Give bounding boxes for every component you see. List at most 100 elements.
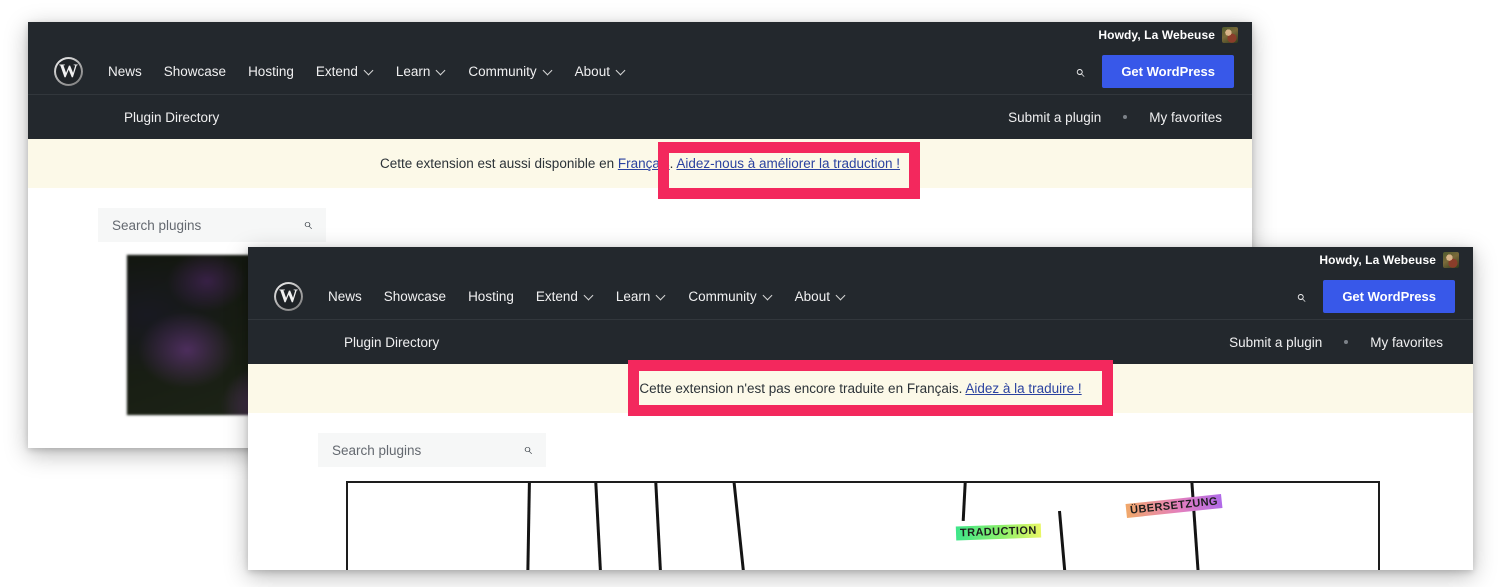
nav-item-about[interactable]: About (784, 283, 857, 310)
user-avatar-icon[interactable] (1222, 27, 1238, 43)
notice-language-link[interactable]: Français (618, 156, 670, 171)
nav-item-label: About (794, 288, 830, 304)
get-wordpress-button[interactable]: Get WordPress (1102, 54, 1234, 88)
back-main-nav: W News Showcase Hosting Extend Learn Com… (28, 48, 1252, 95)
nav-item-label: Learn (615, 288, 651, 304)
back-nav-right: ⌕ Get WordPress (1075, 54, 1238, 88)
nav-item-label: News (108, 63, 142, 79)
notice-help-translate-link[interactable]: Aidez-nous à améliorer la traduction ! (676, 156, 900, 171)
search-icon[interactable]: ⌕ (1296, 287, 1306, 306)
search-icon[interactable]: ⌕ (1075, 62, 1085, 81)
banner-stroke (1058, 510, 1073, 570)
plugin-directory-title[interactable]: Plugin Directory (54, 110, 219, 125)
front-page-content: Search plugins ⌕ TRADUCTION ÜBERSETZUNG (248, 413, 1473, 570)
banner-tag-ubersetzung: ÜBERSETZUNG (1125, 494, 1223, 518)
front-translation-notice: Cette extension n'est pas encore traduit… (248, 360, 1473, 416)
nav-item-label: News (328, 288, 362, 304)
banner-stroke (525, 483, 531, 570)
front-sub-nav: Plugin Directory Submit a plugin My favo… (248, 320, 1473, 364)
back-sub-nav-links: Submit a plugin My favorites (992, 106, 1238, 129)
nav-item-news[interactable]: News (317, 283, 373, 310)
back-sub-nav: Plugin Directory Submit a plugin My favo… (28, 95, 1252, 139)
my-favorites-link[interactable]: My favorites (1354, 331, 1459, 354)
submit-a-plugin-link[interactable]: Submit a plugin (992, 106, 1117, 129)
banner-stroke (654, 483, 666, 570)
wordpress-logo-glyph: W (59, 60, 78, 82)
front-sub-nav-links: Submit a plugin My favorites (1213, 331, 1459, 354)
wordpress-logo-icon[interactable]: W (54, 56, 83, 86)
nav-item-community[interactable]: Community (457, 58, 563, 85)
nav-item-label: Hosting (468, 288, 514, 304)
nav-item-showcase[interactable]: Showcase (153, 58, 237, 85)
nav-item-label: Hosting (248, 63, 294, 79)
nav-item-hosting[interactable]: Hosting (237, 58, 305, 85)
notice-text-before: Cette extension est aussi disponible en (379, 156, 618, 171)
nav-item-learn[interactable]: Learn (385, 58, 458, 85)
notice-text-before: Cette extension n'est pas encore traduit… (639, 381, 966, 396)
chevron-down-icon (837, 292, 846, 301)
front-notice-text: Cette extension n'est pas encore traduit… (639, 381, 1081, 396)
search-plugins-input[interactable]: Search plugins ⌕ (318, 433, 546, 467)
search-icon[interactable]: ⌕ (303, 216, 312, 234)
search-input-placeholder: Search plugins (332, 442, 422, 458)
wordpress-logo-glyph: W (279, 285, 298, 307)
chevron-down-icon (365, 67, 374, 76)
nav-item-label: About (574, 63, 610, 79)
chevron-down-icon (437, 67, 446, 76)
nav-item-label: Showcase (163, 63, 227, 79)
nav-item-label: Extend (535, 288, 578, 304)
back-notice-text: Cette extension est aussi disponible en … (380, 156, 900, 171)
front-banner-wrap: TRADUCTION ÜBERSETZUNG (248, 467, 1473, 570)
chevron-down-icon (617, 67, 626, 76)
wordpress-logo-icon[interactable]: W (274, 281, 303, 311)
notice-help-translate-link[interactable]: Aidez à la traduire ! (965, 381, 1081, 396)
submit-a-plugin-link[interactable]: Submit a plugin (1213, 331, 1338, 354)
nav-item-community[interactable]: Community (677, 283, 783, 310)
chevron-down-icon (544, 67, 553, 76)
front-howdy-bar: Howdy, La Webeuse (248, 247, 1473, 273)
search-input-placeholder: Search plugins (112, 217, 202, 233)
nav-item-label: Community (468, 63, 537, 79)
banner-stroke (961, 483, 967, 522)
back-global-header: Howdy, La Webeuse W News Showcase Hostin… (28, 22, 1252, 139)
nav-item-showcase[interactable]: Showcase (373, 283, 457, 310)
banner-stroke (732, 483, 748, 570)
nav-item-label: Extend (315, 63, 358, 79)
nav-item-label: Community (688, 288, 757, 304)
my-favorites-link[interactable]: My favorites (1133, 106, 1238, 129)
search-icon[interactable]: ⌕ (523, 441, 532, 459)
nav-item-extend[interactable]: Extend (525, 283, 605, 310)
separator-dot-icon (1344, 340, 1349, 344)
back-translation-notice: Cette extension est aussi disponible en … (28, 139, 1252, 199)
nav-item-label: Showcase (383, 288, 447, 304)
get-wordpress-button[interactable]: Get WordPress (1323, 279, 1455, 313)
back-nav-items: News Showcase Hosting Extend Learn Commu… (97, 58, 637, 85)
plugin-banner-image: TRADUCTION ÜBERSETZUNG (346, 481, 1380, 570)
nav-item-learn[interactable]: Learn (605, 283, 678, 310)
banner-stroke (1190, 483, 1205, 570)
nav-item-news[interactable]: News (97, 58, 153, 85)
search-plugins-input[interactable]: Search plugins ⌕ (98, 208, 326, 242)
separator-dot-icon (1123, 115, 1128, 119)
front-browser-window[interactable]: Howdy, La Webeuse W News Showcase Hostin… (248, 247, 1473, 570)
chevron-down-icon (585, 292, 594, 301)
banner-tag-traduction: TRADUCTION (955, 523, 1041, 541)
front-howdy-label[interactable]: Howdy, La Webeuse (1319, 253, 1436, 267)
chevron-down-icon (764, 292, 773, 301)
front-nav-right: ⌕ Get WordPress (1296, 279, 1459, 313)
nav-item-extend[interactable]: Extend (305, 58, 385, 85)
back-howdy-bar: Howdy, La Webeuse (28, 22, 1252, 48)
chevron-down-icon (657, 292, 666, 301)
nav-item-label: Learn (395, 63, 431, 79)
user-avatar-icon[interactable] (1443, 252, 1459, 268)
nav-item-hosting[interactable]: Hosting (457, 283, 525, 310)
plugin-directory-title[interactable]: Plugin Directory (274, 335, 439, 350)
front-nav-items: News Showcase Hosting Extend Learn Commu… (317, 283, 857, 310)
banner-stroke (594, 483, 606, 570)
front-global-header: Howdy, La Webeuse W News Showcase Hostin… (248, 247, 1473, 364)
front-main-nav: W News Showcase Hosting Extend Learn Com… (248, 273, 1473, 320)
front-search-row: Search plugins ⌕ (248, 413, 1473, 467)
back-search-row: Search plugins ⌕ (28, 188, 1252, 242)
nav-item-about[interactable]: About (564, 58, 637, 85)
back-howdy-label[interactable]: Howdy, La Webeuse (1098, 28, 1215, 42)
